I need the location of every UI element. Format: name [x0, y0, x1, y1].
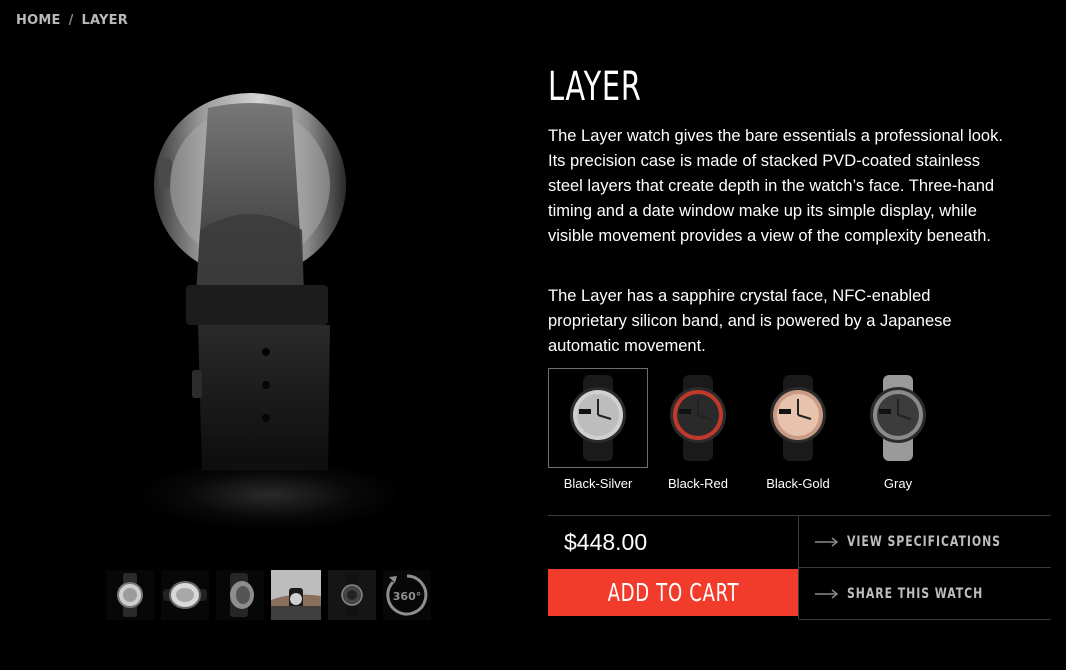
variant-image-box: [848, 368, 948, 468]
breadcrumb-current: LAYER: [81, 12, 128, 28]
variant-label: Gray: [883, 476, 913, 491]
wrist-photo-thumb-icon: [271, 570, 321, 620]
variant-swatch[interactable]: Black-Red: [648, 368, 748, 491]
breadcrumb: HOME / LAYER: [16, 10, 128, 30]
variant-image-box: [548, 368, 648, 468]
thumbnail-front-view[interactable]: [106, 570, 154, 620]
variant-swatch[interactable]: Gray: [848, 368, 948, 491]
thumbnail-360-view[interactable]: 360°: [383, 570, 431, 620]
product-description-1: The Layer watch gives the bare essential…: [548, 127, 1003, 245]
variant-image-box: [648, 368, 748, 468]
thumbnail-side-view[interactable]: [216, 570, 264, 620]
share-watch-link[interactable]: SHARE THIS WATCH: [799, 567, 1051, 620]
watch-face-thumb-icon: [163, 581, 207, 609]
view-specifications-link[interactable]: VIEW SPECIFICATIONS: [799, 515, 1051, 567]
watch-side-thumb-icon: [230, 573, 254, 617]
product-hero-image: [100, 80, 430, 530]
breadcrumb-separator: /: [68, 12, 74, 28]
watch-variant-icon: [670, 375, 726, 461]
variant-image-box: [748, 368, 848, 468]
watch-thumb-icon: [117, 573, 143, 617]
hero-floor-glow: [140, 460, 400, 530]
variant-label: Black-Gold: [766, 476, 830, 491]
thumbnail-wrist-photo[interactable]: [271, 570, 321, 620]
variant-label: Black-Red: [668, 476, 728, 491]
add-to-cart-button[interactable]: ADD TO CART: [548, 569, 798, 616]
price-row: $448.00: [548, 515, 798, 568]
variant-swatch[interactable]: Black-Gold: [748, 368, 848, 491]
watch-variant-icon: [770, 375, 826, 461]
variant-selector: Black-Silver Black-Red Black-Gold Gray: [548, 368, 948, 491]
watch-variant-icon: [870, 375, 926, 461]
add-to-cart-label: ADD TO CART: [607, 578, 739, 607]
product-title: LAYER: [548, 64, 642, 110]
variant-swatch[interactable]: Black-Silver: [548, 368, 648, 491]
thumbnail-strip: 360°: [106, 570, 431, 620]
thumbnail-dark-front-view[interactable]: [328, 570, 376, 620]
watch-back-view-illustration: [154, 93, 346, 470]
watch-dark-thumb-icon: [341, 573, 363, 617]
view-specifications-label: VIEW SPECIFICATIONS: [847, 533, 1001, 550]
share-watch-label: SHARE THIS WATCH: [847, 585, 984, 602]
long-arrow-right-icon: [815, 536, 839, 547]
thumb-360-label: 360°: [393, 590, 421, 603]
watch-variant-icon: [570, 375, 626, 461]
product-price: $448.00: [564, 528, 648, 555]
breadcrumb-home-link[interactable]: HOME: [16, 13, 61, 28]
variant-label: Black-Silver: [563, 476, 633, 491]
long-arrow-right-icon: [815, 588, 839, 599]
product-links: VIEW SPECIFICATIONS SHARE THIS WATCH: [798, 515, 1051, 620]
rotate-360-icon: 360°: [386, 574, 428, 616]
product-description-2: The Layer has a sapphire crystal face, N…: [548, 287, 952, 355]
thumbnail-face-view[interactable]: [161, 570, 209, 620]
